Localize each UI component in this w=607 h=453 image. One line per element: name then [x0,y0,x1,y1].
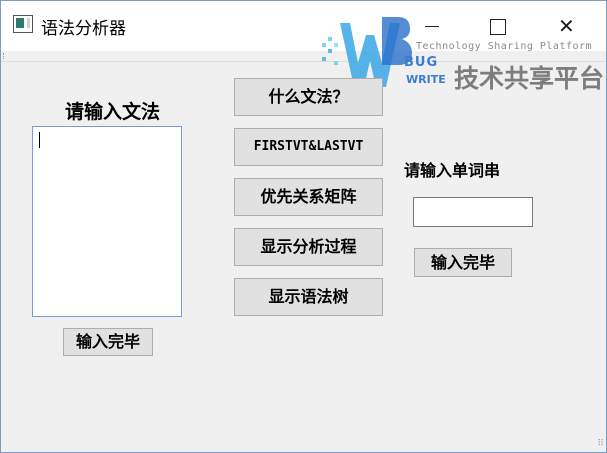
minimize-button[interactable] [409,11,455,41]
grammar-input[interactable] [32,126,182,317]
close-button[interactable]: ✕ [545,11,591,41]
word-done-button[interactable]: 输入完毕 [414,248,512,277]
menu-grip [3,53,6,59]
close-icon: ✕ [558,14,575,38]
minimize-icon [425,26,439,27]
firstvt-lastvt-button[interactable]: FIRSTVT&LASTVT [234,128,383,166]
maximize-button[interactable] [475,11,521,41]
title-bar[interactable]: 语法分析器 ✕ [1,1,606,51]
maximize-icon [490,19,506,35]
watermark-write: WRITE [406,73,446,86]
text-caret [39,132,40,148]
window-title: 语法分析器 [41,19,126,39]
watermark-chinese: 技术共享平台 [454,64,605,93]
show-analysis-button[interactable]: 显示分析过程 [234,228,383,266]
app-window-icon [13,15,33,33]
grammar-type-button[interactable]: 什么文法？ [234,78,383,116]
precedence-matrix-button[interactable]: 优先关系矩阵 [234,178,383,216]
grammar-label: 请输入文法 [65,101,161,123]
grammar-done-button[interactable]: 输入完毕 [63,328,153,356]
main-window: 语法分析器 ✕ Technology Sharing Platform BUG … [0,0,607,453]
resize-grip-icon[interactable]: ⠿ [592,438,604,450]
show-syntax-tree-button[interactable]: 显示语法树 [234,278,383,316]
word-string-label: 请输入单词串 [404,161,501,180]
menu-strip [1,51,606,62]
word-string-input[interactable] [413,197,533,227]
